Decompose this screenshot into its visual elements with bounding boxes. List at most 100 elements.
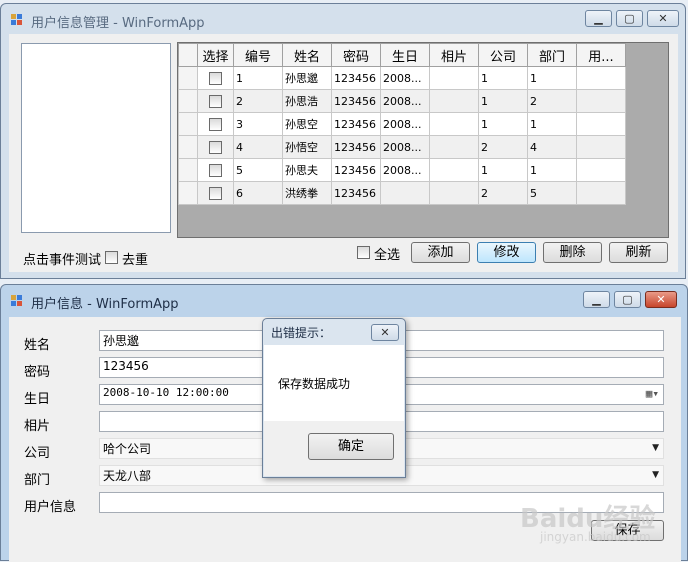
cell-user-info[interactable] xyxy=(576,158,626,182)
column-header-department[interactable]: 部门 xyxy=(527,43,577,67)
table-row[interactable]: 6 洪绣拳 123456 2 5 xyxy=(178,181,626,205)
delete-button[interactable]: 删除 xyxy=(543,242,602,263)
cell-company[interactable]: 1 xyxy=(478,158,528,182)
cell-department[interactable]: 5 xyxy=(527,181,577,205)
cell-select[interactable] xyxy=(197,135,234,159)
table-row[interactable]: 2 孙思浩 123456 2008... 1 2 xyxy=(178,89,626,113)
row-select-checkbox[interactable] xyxy=(209,117,222,131)
cell-name[interactable]: 孙思空 xyxy=(282,112,332,136)
cell-name[interactable]: 孙思邈 xyxy=(282,66,332,90)
data-grid[interactable]: 选择 编号 姓名 密码 生日 相片 公司 部门 用... 1 孙思邈 123456 2… xyxy=(177,42,669,238)
column-header-company[interactable]: 公司 xyxy=(478,43,528,67)
cell-company[interactable]: 2 xyxy=(478,181,528,205)
cell-password[interactable]: 123456 xyxy=(331,89,381,113)
cell-id[interactable]: 6 xyxy=(233,181,283,205)
dialog-close-button[interactable]: ✕ xyxy=(371,324,399,341)
column-header-user-info[interactable]: 用... xyxy=(576,43,626,67)
table-row[interactable]: 4 孙悟空 123456 2008... 2 4 xyxy=(178,135,626,159)
table-row[interactable]: 1 孙思邈 123456 2008... 1 1 xyxy=(178,66,626,90)
row-select-checkbox[interactable] xyxy=(209,186,222,200)
table-row[interactable]: 5 孙思夫 123456 2008... 1 1 xyxy=(178,158,626,182)
close-button[interactable]: ✕ xyxy=(645,291,677,308)
cell-password[interactable]: 123456 xyxy=(331,112,381,136)
cell-department[interactable]: 1 xyxy=(527,112,577,136)
cell-birthday[interactable]: 2008... xyxy=(380,112,430,136)
ok-button[interactable]: 确定 xyxy=(308,433,394,460)
cell-birthday[interactable]: 2008... xyxy=(380,135,430,159)
row-select-checkbox[interactable] xyxy=(209,94,222,108)
title-bar[interactable]: 用户信息管理 - WinFormApp ▁ ▢ ✕ xyxy=(1,4,685,34)
cell-id[interactable]: 4 xyxy=(233,135,283,159)
row-header[interactable] xyxy=(178,112,198,136)
column-header-photo[interactable]: 相片 xyxy=(429,43,479,67)
cell-password[interactable]: 123456 xyxy=(331,158,381,182)
maximize-button[interactable]: ▢ xyxy=(616,10,643,27)
cell-department[interactable]: 4 xyxy=(527,135,577,159)
cell-select[interactable] xyxy=(197,66,234,90)
cell-name[interactable]: 孙思夫 xyxy=(282,158,332,182)
cell-birthday[interactable]: 2008... xyxy=(380,66,430,90)
cell-photo[interactable] xyxy=(429,89,479,113)
cell-select[interactable] xyxy=(197,158,234,182)
cell-department[interactable]: 2 xyxy=(527,89,577,113)
column-header-select[interactable]: 选择 xyxy=(197,43,234,67)
cell-user-info[interactable] xyxy=(576,181,626,205)
cell-user-info[interactable] xyxy=(576,112,626,136)
cell-password[interactable]: 123456 xyxy=(331,66,381,90)
cell-company[interactable]: 2 xyxy=(478,135,528,159)
table-row[interactable]: 3 孙思空 123456 2008... 1 1 xyxy=(178,112,626,136)
row-select-checkbox[interactable] xyxy=(209,140,222,154)
cell-department[interactable]: 1 xyxy=(527,158,577,182)
cell-photo[interactable] xyxy=(429,135,479,159)
cell-photo[interactable] xyxy=(429,158,479,182)
column-header-id[interactable]: 编号 xyxy=(233,43,283,67)
dedup-checkbox[interactable] xyxy=(105,251,118,264)
cell-select[interactable] xyxy=(197,181,234,205)
cell-select[interactable] xyxy=(197,112,234,136)
minimize-button[interactable]: ▁ xyxy=(583,291,610,308)
cell-password[interactable]: 123456 xyxy=(331,135,381,159)
dropdown-arrow-icon[interactable]: ▼ xyxy=(652,470,659,480)
list-box[interactable] xyxy=(21,43,171,233)
cell-birthday[interactable]: 2008... xyxy=(380,89,430,113)
cell-password[interactable]: 123456 xyxy=(331,181,381,205)
dropdown-arrow-icon[interactable]: ▼ xyxy=(652,443,659,453)
title-bar[interactable]: 用户信息 - WinFormApp ▁ ▢ ✕ xyxy=(1,285,687,315)
cell-company[interactable]: 1 xyxy=(478,112,528,136)
cell-birthday[interactable]: 2008... xyxy=(380,158,430,182)
edit-button[interactable]: 修改 xyxy=(477,242,536,263)
cell-user-info[interactable] xyxy=(576,66,626,90)
cell-user-info[interactable] xyxy=(576,135,626,159)
maximize-button[interactable]: ▢ xyxy=(614,291,641,308)
cell-company[interactable]: 1 xyxy=(478,66,528,90)
cell-select[interactable] xyxy=(197,89,234,113)
row-header[interactable] xyxy=(178,66,198,90)
cell-name[interactable]: 洪绣拳 xyxy=(282,181,332,205)
cell-photo[interactable] xyxy=(429,66,479,90)
cell-name[interactable]: 孙悟空 xyxy=(282,135,332,159)
cell-birthday[interactable] xyxy=(380,181,430,205)
cell-company[interactable]: 1 xyxy=(478,89,528,113)
row-header[interactable] xyxy=(178,181,198,205)
cell-photo[interactable] xyxy=(429,181,479,205)
row-header[interactable] xyxy=(178,89,198,113)
row-header[interactable] xyxy=(178,135,198,159)
cell-photo[interactable] xyxy=(429,112,479,136)
add-button[interactable]: 添加 xyxy=(411,242,470,263)
cell-name[interactable]: 孙思浩 xyxy=(282,89,332,113)
select-all-checkbox[interactable] xyxy=(357,246,370,259)
row-select-checkbox[interactable] xyxy=(209,163,222,177)
row-select-checkbox[interactable] xyxy=(209,71,222,85)
cell-user-info[interactable] xyxy=(576,89,626,113)
refresh-button[interactable]: 刷新 xyxy=(609,242,668,263)
close-button[interactable]: ✕ xyxy=(647,10,679,27)
cell-id[interactable]: 1 xyxy=(233,66,283,90)
column-header-birthday[interactable]: 生日 xyxy=(380,43,430,67)
cell-department[interactable]: 1 xyxy=(527,66,577,90)
column-header-name[interactable]: 姓名 xyxy=(282,43,332,67)
cell-id[interactable]: 3 xyxy=(233,112,283,136)
column-header-password[interactable]: 密码 xyxy=(331,43,381,67)
row-header[interactable] xyxy=(178,158,198,182)
cell-id[interactable]: 5 xyxy=(233,158,283,182)
calendar-dropdown-icon[interactable]: ▦▾ xyxy=(646,387,659,400)
